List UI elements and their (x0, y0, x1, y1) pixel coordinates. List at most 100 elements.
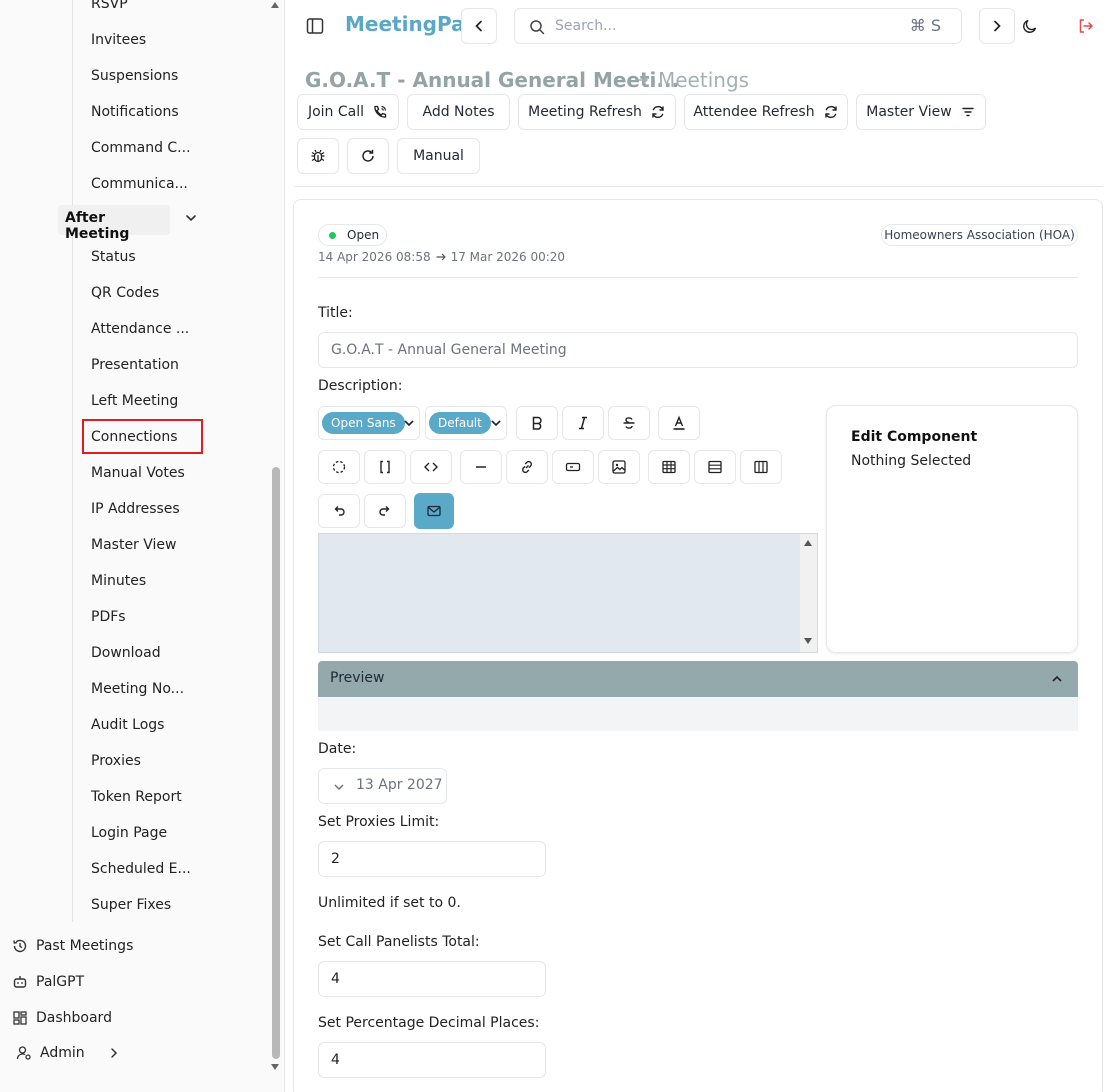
image-button[interactable] (598, 450, 640, 484)
sidebar-item-download[interactable]: Download (91, 643, 161, 663)
scroll-down-arrow[interactable] (804, 638, 812, 644)
sidebar-item-proxies[interactable]: Proxies (91, 751, 141, 771)
manual-button[interactable]: Manual (397, 138, 480, 174)
search-placeholder: Search... (555, 18, 617, 34)
strikethrough-button[interactable] (608, 406, 650, 440)
sidebar-item-pdfs[interactable]: PDFs (91, 607, 126, 627)
email-mode-button[interactable] (414, 493, 454, 529)
search-input[interactable]: Search... ⌘ S (514, 8, 962, 44)
nav-admin[interactable]: Admin (16, 1042, 129, 1064)
brackets-button[interactable] (364, 450, 406, 484)
sidebar-item-master-view[interactable]: Master View (91, 535, 176, 555)
debug-button[interactable] (297, 138, 339, 174)
highlight-box (82, 419, 203, 454)
edit-component-panel: Edit Component Nothing Selected (826, 405, 1078, 653)
panelists-field[interactable]: 4 (318, 961, 546, 997)
chevron-right-icon[interactable] (107, 1046, 121, 1060)
end-date: 17 Mar 2026 00:20 (450, 250, 566, 264)
horizontal-rule-button[interactable] (460, 450, 502, 484)
reload-button[interactable] (347, 138, 389, 174)
sidebar-item-communications[interactable]: Communica... (91, 174, 188, 194)
sidebar-scrollbar[interactable] (272, 467, 280, 1059)
sidebar-item-token-report[interactable]: Token Report (91, 787, 182, 807)
nav-palgpt[interactable]: PalGPT (12, 971, 84, 993)
list-filter-icon (962, 107, 974, 117)
code-icon (424, 462, 438, 472)
sidebar-item-ip-addresses[interactable]: IP Addresses (91, 499, 180, 519)
add-notes-button[interactable]: Add Notes (407, 94, 510, 130)
sidebar-toggle-icon[interactable] (303, 14, 327, 38)
sidebar-item-invitees[interactable]: Invitees (91, 30, 146, 50)
italic-button[interactable] (562, 406, 604, 440)
sidebar-item-notifications[interactable]: Notifications (91, 102, 179, 122)
sidebar-item-left-meeting[interactable]: Left Meeting (91, 391, 178, 411)
proxies-limit-label: Set Proxies Limit: (318, 814, 440, 830)
sidebar-item-login-page[interactable]: Login Page (91, 823, 167, 843)
proxies-limit-field[interactable]: 2 (318, 841, 546, 877)
text-color-button[interactable] (658, 406, 700, 440)
app-title[interactable]: MeetingPal (345, 12, 471, 36)
attendee-refresh-button[interactable]: Attendee Refresh (684, 94, 848, 130)
sidebar-item-attendance[interactable]: Attendance ... (91, 319, 189, 339)
sidebar-item-suspensions[interactable]: Suspensions (91, 66, 178, 86)
divider (318, 277, 1078, 278)
chevron-down-icon (404, 420, 414, 427)
bold-button[interactable] (516, 406, 558, 440)
sidebar-item-rsvp[interactable]: RSVP (91, 0, 128, 14)
meeting-refresh-button[interactable]: Meeting Refresh (518, 94, 676, 130)
editor-scrollbar[interactable] (800, 534, 817, 652)
table-rows-button[interactable] (694, 450, 736, 484)
sidebar-item-presentation[interactable]: Presentation (91, 355, 179, 375)
phone-call-icon (374, 105, 387, 118)
bold-icon (532, 416, 542, 430)
nav-dashboard[interactable]: Dashboard (12, 1007, 112, 1029)
sidebar-item-qr-codes[interactable]: QR Codes (91, 283, 159, 303)
table-button[interactable] (648, 450, 690, 484)
breadcrumb-meetings-link[interactable]: Meetings (658, 68, 749, 92)
chevron-down-icon[interactable] (184, 211, 198, 225)
master-view-button[interactable]: Master View (856, 94, 986, 130)
section-after-meeting[interactable]: After Meeting (58, 205, 170, 242)
manual-label: Manual (413, 148, 464, 164)
italic-icon (579, 416, 587, 430)
organization-badge: Homeowners Association (HOA) (881, 224, 1078, 246)
meeting-refresh-label: Meeting Refresh (528, 104, 642, 120)
back-button[interactable] (461, 8, 497, 44)
nav-past-meetings[interactable]: Past Meetings (12, 935, 133, 957)
sidebar-item-minutes[interactable]: Minutes (91, 571, 146, 591)
bot-icon (13, 976, 27, 988)
scroll-up-arrow[interactable] (271, 2, 279, 8)
sidebar-item-manual-votes[interactable]: Manual Votes (91, 463, 185, 483)
theme-toggle-button[interactable] (1020, 16, 1040, 36)
nav-label: Past Meetings (36, 938, 134, 954)
forward-button[interactable] (979, 8, 1015, 44)
sidebar-item-command-center[interactable]: Command C... (91, 138, 191, 158)
scroll-down-arrow[interactable] (271, 1064, 279, 1070)
scroll-up-arrow[interactable] (804, 540, 812, 546)
description-editor[interactable] (318, 533, 818, 653)
lasso-select-button[interactable] (318, 450, 360, 484)
date-picker[interactable]: 13 Apr 2027 (318, 768, 447, 804)
join-call-button[interactable]: Join Call (297, 94, 399, 130)
button-insert-button[interactable] (552, 450, 594, 484)
sidebar-item-status[interactable]: Status (91, 247, 136, 267)
title-field[interactable]: G.O.A.T - Annual General Meeting (318, 332, 1078, 368)
logout-button[interactable] (1076, 16, 1096, 36)
preview-panel (318, 697, 1078, 731)
refresh-icon (824, 106, 837, 118)
divider (294, 186, 1103, 187)
sidebar: RSVP Invitees Suspensions Notifications … (0, 0, 285, 1092)
decimal-places-field[interactable]: 4 (318, 1042, 546, 1078)
preview-accordion-header[interactable]: Preview (318, 661, 1078, 697)
sidebar-item-meeting-notes[interactable]: Meeting No... (91, 679, 184, 699)
sidebar-item-audit-logs[interactable]: Audit Logs (91, 715, 164, 735)
table-columns-button[interactable] (740, 450, 782, 484)
code-button[interactable] (410, 450, 452, 484)
redo-button[interactable] (364, 494, 406, 528)
undo-button[interactable] (318, 494, 360, 528)
status-text: Open (347, 228, 380, 242)
link-button[interactable] (506, 450, 548, 484)
sidebar-item-scheduled-emails[interactable]: Scheduled E... (91, 859, 191, 879)
columns-icon (754, 460, 768, 474)
sidebar-item-super-fixes[interactable]: Super Fixes (91, 895, 171, 915)
